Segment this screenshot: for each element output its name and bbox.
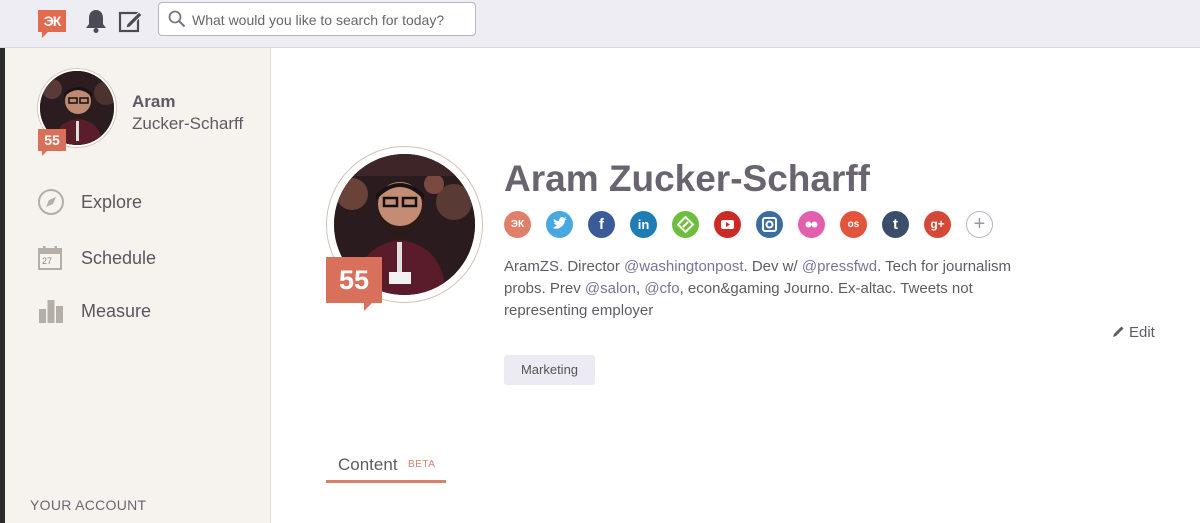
- tab-content[interactable]: Content BETA: [326, 453, 446, 483]
- instagram-icon[interactable]: [756, 211, 783, 238]
- lastfm-icon[interactable]: os: [840, 211, 867, 238]
- googleplus-icon[interactable]: g+: [924, 211, 951, 238]
- sidebar-item-explore[interactable]: Explore: [37, 188, 257, 218]
- search-box[interactable]: [158, 2, 476, 36]
- calendar-icon: 27: [37, 244, 65, 272]
- edit-profile-button[interactable]: Edit: [1112, 324, 1155, 341]
- calendar-day: 27: [42, 256, 53, 266]
- search-icon: [168, 10, 186, 28]
- profile-score-badge: 55: [326, 257, 382, 311]
- bar-chart-icon: [37, 297, 65, 325]
- feedly-icon[interactable]: [672, 211, 699, 238]
- sidebar-item-label: Measure: [81, 301, 152, 321]
- sidebar-item-label: Schedule: [81, 248, 157, 268]
- compass-icon: [37, 188, 65, 216]
- profile-bio: AramZS. Director @washingtonpost. Dev w/…: [504, 258, 1012, 319]
- sidebar-item-label: Explore: [81, 192, 143, 212]
- beta-badge: BETA: [408, 459, 436, 470]
- tab-label: Content: [338, 455, 398, 474]
- compose-icon[interactable]: [118, 8, 144, 34]
- sidebar-item-measure[interactable]: Measure: [37, 297, 257, 327]
- top-bar: ЭК: [0, 0, 1200, 48]
- sidebar-score-badge: 55: [38, 129, 66, 156]
- mention-link[interactable]: @salon: [585, 280, 636, 297]
- profile-name: Aram Zucker-Scharff: [504, 158, 871, 199]
- your-account-link[interactable]: YOUR ACCOUNT: [30, 497, 146, 513]
- bell-icon[interactable]: [84, 8, 108, 34]
- mention-link[interactable]: @cfo: [644, 280, 679, 297]
- mention-link[interactable]: @washingtonpost: [624, 258, 743, 275]
- klout-network-icon[interactable]: ЭК: [504, 211, 531, 238]
- linkedin-icon[interactable]: in: [630, 211, 657, 238]
- klout-logo-icon[interactable]: ЭК: [38, 10, 66, 38]
- sidebar: 55 Aram Zucker-Scharff Explore 27 Schedu…: [5, 48, 271, 523]
- pencil-icon: [1112, 325, 1125, 338]
- social-networks: ЭК f in os t g+ +: [504, 211, 1004, 239]
- search-input[interactable]: [192, 9, 470, 31]
- twitter-icon[interactable]: [546, 211, 573, 238]
- tumblr-icon[interactable]: t: [882, 211, 909, 238]
- add-network-icon[interactable]: +: [966, 211, 993, 238]
- youtube-icon[interactable]: [714, 211, 741, 238]
- sidebar-item-schedule[interactable]: 27 Schedule: [37, 244, 257, 274]
- facebook-icon[interactable]: f: [588, 211, 615, 238]
- topic-tag[interactable]: Marketing: [504, 355, 595, 385]
- sidebar-first-name[interactable]: Aram: [132, 92, 175, 112]
- flickr-icon[interactable]: [798, 211, 825, 238]
- sidebar-last-name[interactable]: Zucker-Scharff: [132, 114, 243, 134]
- mention-link[interactable]: @pressfwd: [802, 258, 877, 275]
